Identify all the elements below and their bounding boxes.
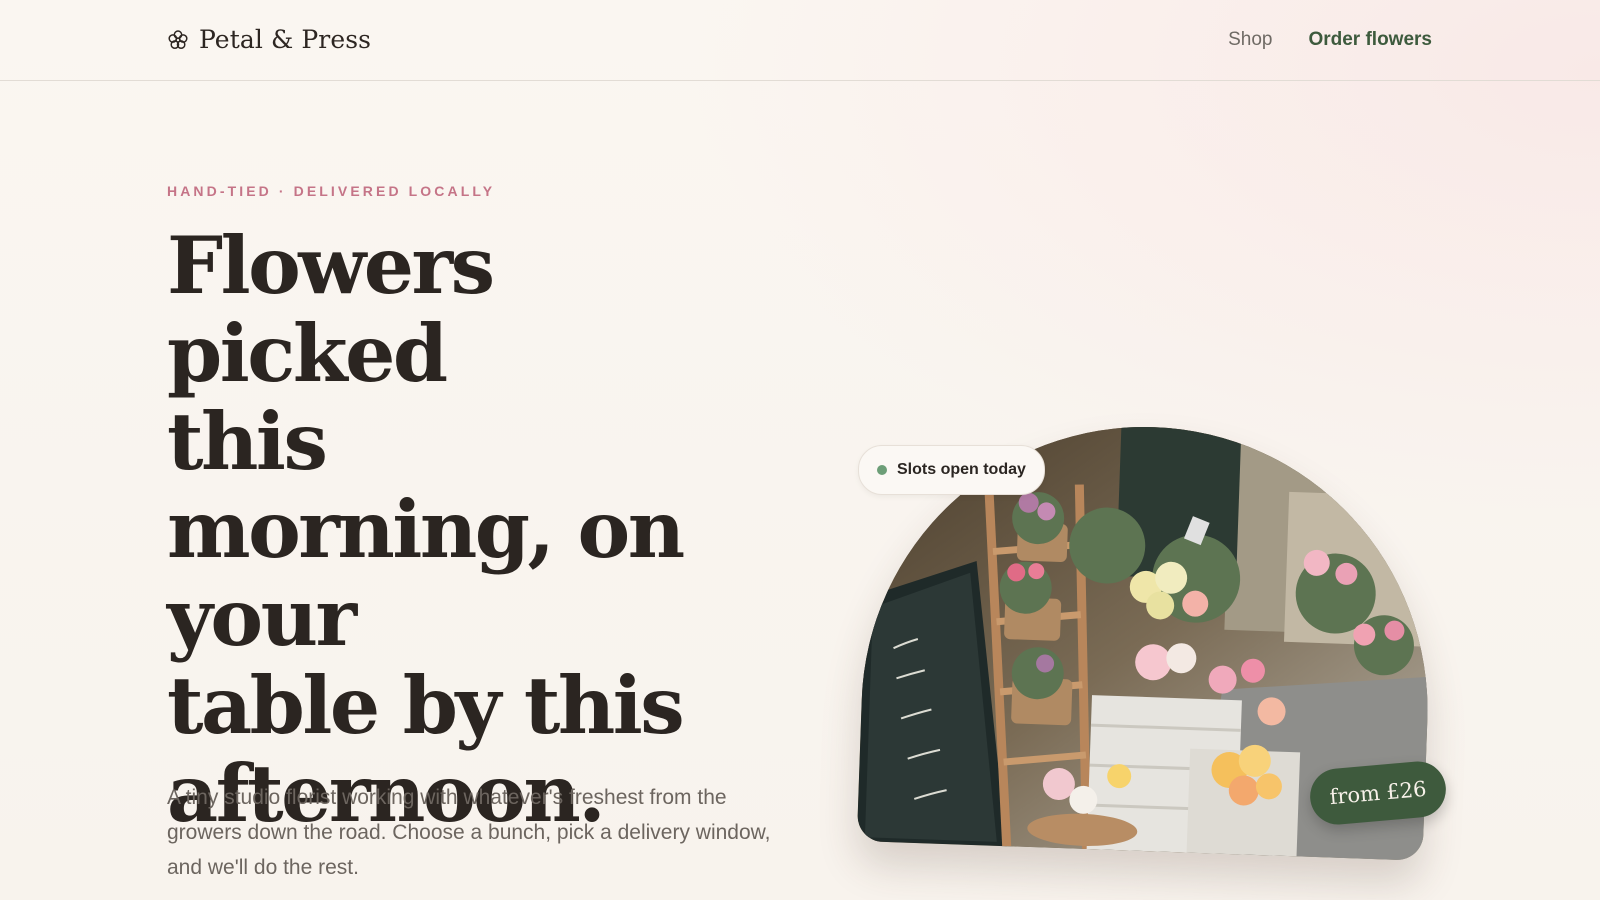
headline-line: table by this <box>167 659 685 752</box>
headline-line: morning, on <box>167 483 685 576</box>
headline-line: your <box>167 571 357 664</box>
hero-eyebrow: HAND-TIED · DELIVERED LOCALLY <box>167 183 496 199</box>
status-pill: Slots open today <box>858 445 1045 495</box>
flower-icon <box>168 30 188 49</box>
hero-description: A tiny studio florist working with whate… <box>167 786 771 879</box>
top-navigation-bar: Petal & Press Shop Order flowers <box>0 0 1600 81</box>
brand-logo-link[interactable]: Petal & Press <box>167 24 371 56</box>
brand-name: Petal & Press <box>199 25 372 54</box>
nav-link-order-flowers[interactable]: Order flowers <box>1308 26 1432 54</box>
hero-headline: Flowers picked this morning, on your tab… <box>167 222 787 838</box>
status-dot-icon <box>877 465 887 475</box>
status-pill-label: Slots open today <box>897 461 1026 478</box>
main-nav: Shop Order flowers <box>1228 26 1432 54</box>
price-tag-label: from £26 <box>1328 776 1428 810</box>
nav-link-shop[interactable]: Shop <box>1228 26 1272 54</box>
headline-line: Flowers picked <box>167 219 495 400</box>
headline-line: this <box>167 395 328 488</box>
price-tag: from £26 <box>1307 759 1449 827</box>
